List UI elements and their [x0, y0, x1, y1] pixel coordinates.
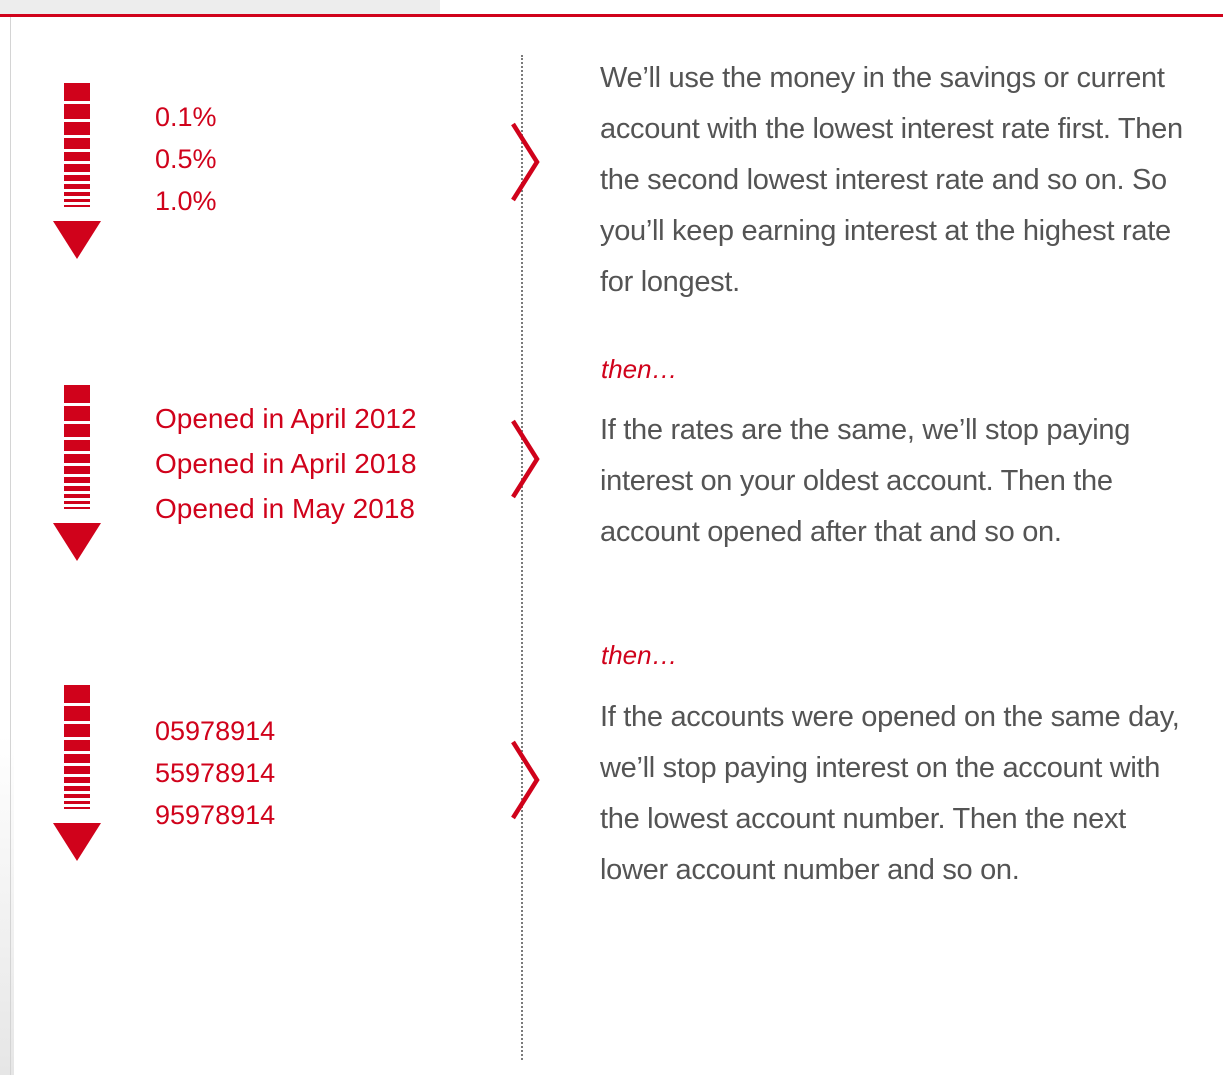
top-corner-shade — [0, 0, 440, 14]
example-item: Opened in April 2018 — [155, 448, 417, 479]
chevron-right-icon — [505, 417, 545, 501]
down-arrow-icon — [53, 83, 101, 263]
down-arrow-icon — [53, 385, 101, 565]
example-item: 1.0% — [155, 186, 217, 216]
example-item: 0.1% — [155, 102, 217, 132]
chevron-right-icon — [505, 738, 545, 822]
example-list-rates: 0.1% 0.5% 1.0% — [155, 96, 217, 222]
example-list-account-numbers: 05978914 55978914 95978914 — [155, 710, 275, 836]
example-item: Opened in May 2018 — [155, 493, 415, 524]
chevron-right-icon — [505, 120, 545, 204]
rule-text-lowest-number: If the accounts were opened on the same … — [600, 701, 1180, 886]
left-margin-rule — [10, 17, 11, 1075]
example-item: 0.5% — [155, 144, 217, 174]
then-label: then… — [601, 354, 678, 384]
example-item: 95978914 — [155, 800, 276, 830]
down-arrow-icon — [53, 685, 101, 865]
example-item: Opened in April 2012 — [155, 403, 417, 434]
rule-text-oldest-account: If the rates are the same, we’ll stop pa… — [600, 414, 1131, 548]
example-item: 05978914 — [155, 716, 276, 746]
bottom-corner-shade — [0, 735, 14, 1075]
top-accent-rule — [0, 14, 1223, 17]
example-item: 55978914 — [155, 758, 276, 788]
rule-text-lowest-rate: We’ll use the money in the savings or cu… — [600, 62, 1183, 298]
dotted-divider — [521, 55, 523, 1060]
then-label: then… — [601, 640, 678, 670]
example-list-dates: Opened in April 2012 Opened in April 201… — [155, 396, 417, 531]
